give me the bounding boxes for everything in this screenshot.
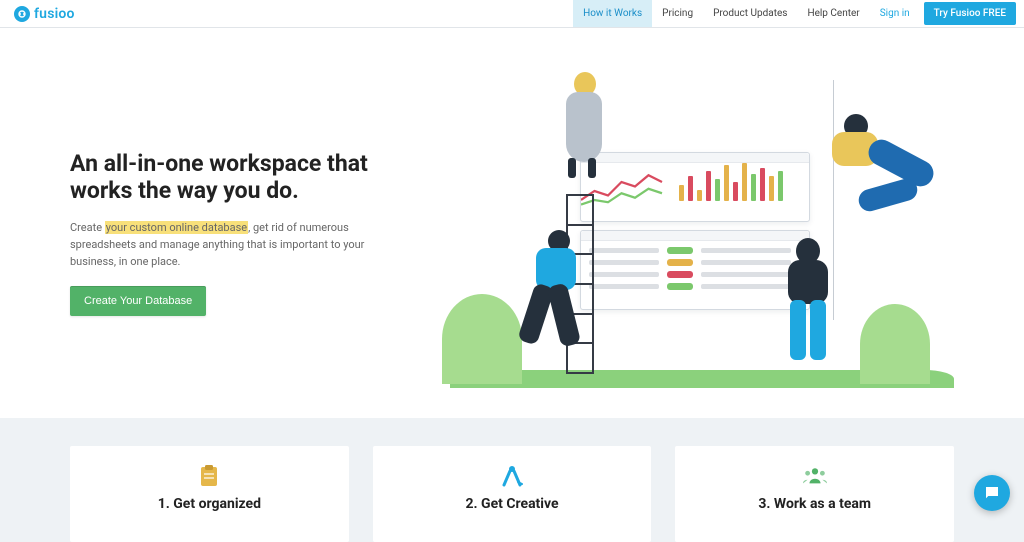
bar [760, 168, 765, 201]
nav-item-help-center[interactable]: Help Center [797, 0, 869, 27]
bar [733, 182, 738, 201]
feature-title: 3. Work as a team [691, 496, 938, 512]
feature-card: 3. Work as a team [675, 446, 954, 542]
nav-links: How it WorksPricingProduct UpdatesHelp C… [573, 0, 1016, 27]
bar [778, 171, 783, 201]
list-item [589, 259, 801, 266]
nav-item-pricing[interactable]: Pricing [652, 0, 703, 27]
bar [688, 176, 693, 201]
hero-illustration [450, 78, 954, 388]
try-free-button[interactable]: Try Fusioo FREE [924, 2, 1016, 25]
person-top [554, 72, 614, 182]
person-bottom-right [774, 238, 844, 378]
top-nav: fusioo How it WorksPricingProduct Update… [0, 0, 1024, 28]
features-section: 1. Get organized 2. Get Creative 3. Work a… [0, 418, 1024, 542]
feature-card: 1. Get organized [70, 446, 349, 542]
feature-title: 1. Get organized [86, 496, 333, 512]
hero-copy-block: An all-in-one workspace that works the w… [70, 150, 410, 316]
team-icon [803, 464, 827, 488]
nav-item-how-it-works[interactable]: How it Works [573, 0, 652, 27]
bar [679, 185, 684, 202]
bar-chart-icon [671, 163, 791, 207]
bar [706, 171, 711, 201]
brand[interactable]: fusioo [8, 6, 75, 22]
chat-icon [983, 484, 1001, 502]
bar [742, 163, 747, 202]
bar [724, 165, 729, 201]
person-right [814, 114, 944, 234]
logo-icon [14, 6, 30, 22]
list-item [589, 247, 801, 254]
feature-card: 2. Get Creative [373, 446, 652, 542]
bush-right [860, 304, 930, 384]
bar [697, 190, 702, 201]
hero-title: An all-in-one workspace that works the w… [70, 150, 410, 205]
panel-header [581, 153, 809, 163]
clipboard-icon [197, 464, 221, 488]
chart-panel [580, 152, 810, 222]
hero-highlight: your custom online database [105, 221, 248, 234]
person-bottom-left [508, 230, 598, 380]
list-item [589, 271, 801, 278]
hero-copy: Create your custom online database, get … [70, 219, 410, 270]
brand-name: fusioo [34, 6, 75, 22]
nav-item-product-updates[interactable]: Product Updates [703, 0, 797, 27]
hero-section: An all-in-one workspace that works the w… [0, 28, 1024, 418]
signin-link[interactable]: Sign in [870, 8, 920, 19]
create-database-button[interactable]: Create Your Database [70, 286, 206, 316]
compass-icon [500, 464, 524, 488]
bar [751, 174, 756, 202]
bar [715, 179, 720, 201]
bar [769, 176, 774, 201]
list-item [589, 283, 801, 290]
feature-title: 2. Get Creative [389, 496, 636, 512]
chat-launcher[interactable] [974, 475, 1010, 511]
